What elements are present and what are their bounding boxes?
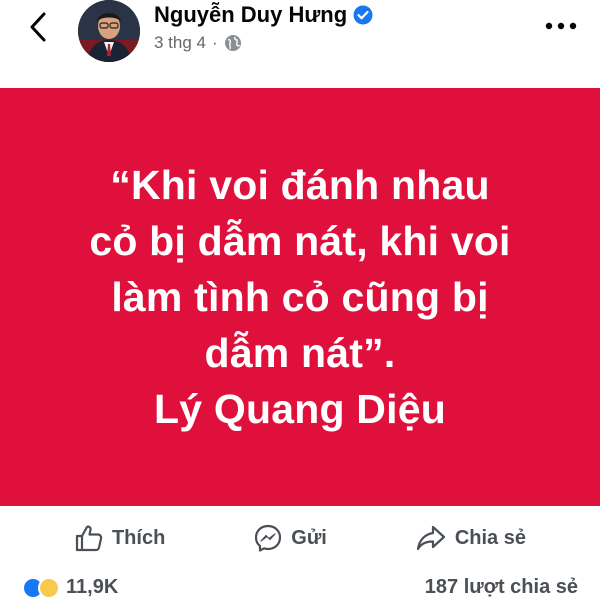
quote-line: cỏ bị dẫm nát, khi voi	[89, 218, 511, 264]
author-avatar[interactable]	[78, 0, 140, 62]
more-horizontal-icon	[545, 22, 577, 30]
send-button[interactable]: Gửi	[253, 523, 327, 553]
post-stats-bar: 11,9K 187 lượt chia sẻ	[0, 576, 600, 616]
post-date[interactable]: 3 thg 4	[154, 33, 206, 53]
reaction-count: 11,9K	[66, 576, 119, 598]
more-options-button[interactable]	[544, 12, 578, 40]
share-count[interactable]: 187 lượt chia sẻ	[425, 576, 578, 599]
author-name[interactable]: Nguyễn Duy Hưng	[154, 2, 347, 28]
reaction-summary[interactable]: 11,9K	[22, 576, 118, 599]
post-quote-card[interactable]: “Khi voi đánh nhau cỏ bị dẫm nát, khi vo…	[0, 88, 600, 506]
verified-badge-icon	[353, 5, 373, 25]
chevron-left-icon	[30, 12, 46, 42]
post-meta: 3 thg 4 ·	[154, 32, 242, 54]
like-label: Thích	[111, 526, 166, 549]
post-header: Nguyễn Duy Hưng 3 thg 4 ·	[0, 0, 600, 88]
meta-separator: ·	[212, 33, 218, 52]
quote-line: dẫm nát”.	[204, 330, 396, 376]
post-action-bar: Thích Gửi Chia sẻ	[0, 506, 600, 570]
like-button[interactable]: Thích	[74, 523, 165, 553]
globe-icon	[224, 35, 241, 51]
quote-author: Lý Quang Diệu	[154, 386, 446, 432]
quote-line: làm tình cỏ cũng bị	[111, 274, 489, 320]
quote-line: “Khi voi đánh nhau	[110, 162, 490, 208]
haha-reaction-icon	[38, 576, 60, 599]
send-label: Gửi	[291, 526, 327, 549]
avatar-photo	[78, 0, 140, 62]
share-arrow-icon	[416, 525, 445, 551]
messenger-icon	[255, 524, 282, 552]
thumbs-up-icon	[75, 525, 103, 552]
share-label: Chia sẻ	[454, 526, 526, 549]
back-button[interactable]	[22, 10, 54, 44]
author-name-row: Nguyễn Duy Hưng	[154, 0, 373, 30]
share-button[interactable]: Chia sẻ	[415, 523, 526, 553]
reaction-icons	[22, 576, 60, 599]
